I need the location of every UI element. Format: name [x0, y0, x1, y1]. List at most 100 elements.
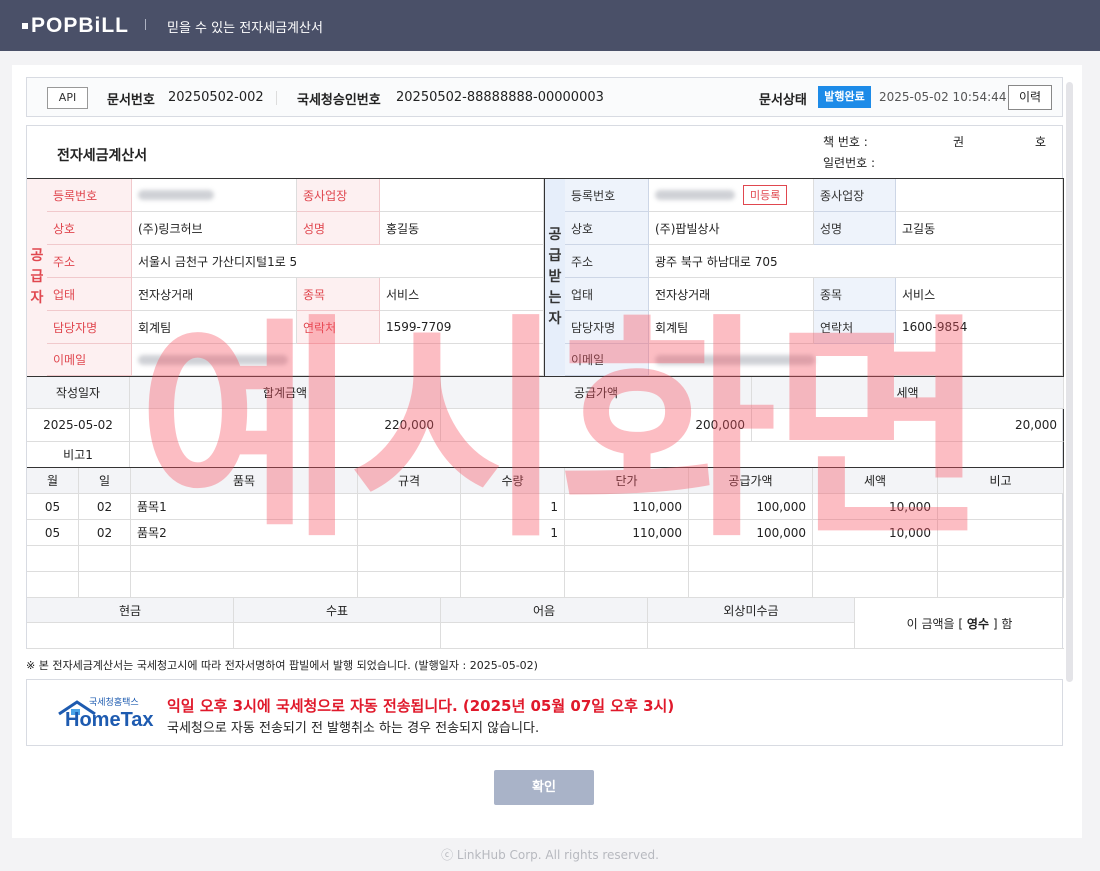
total-header: 합계금액 — [130, 377, 441, 409]
supplier-name-label: 상호 — [47, 212, 132, 245]
items-col-name: 품목 — [131, 468, 358, 494]
items-col-day: 일 — [79, 468, 131, 494]
book-unit-volume: 권 — [953, 135, 965, 149]
side-char: 자 — [548, 311, 562, 327]
items-col-supply: 공급가액 — [689, 468, 813, 494]
date-header: 작성일자 — [27, 377, 130, 409]
popbill-logo[interactable]: POPBiLL — [22, 14, 129, 38]
divider — [1063, 178, 1064, 377]
item-note — [938, 494, 1064, 520]
unregistered-badge: 미등록 — [743, 185, 788, 205]
redacted-value — [655, 354, 815, 365]
history-button[interactable]: 이력 — [1008, 85, 1052, 110]
remark-label: 비고1 — [27, 442, 130, 468]
item-day: 02 — [79, 494, 131, 520]
supplier-item-value: 서비스 — [380, 278, 544, 311]
footnote: ※ 본 전자세금계산서는 국세청고시에 따라 전자서명하여 팝빌에서 발행 되었… — [26, 659, 538, 672]
item-qty: 1 — [461, 520, 565, 546]
supplier-contact-value: 회계팀 — [132, 311, 297, 344]
status-label: 문서상태 — [759, 93, 807, 108]
supplier-tel-label: 연락처 — [297, 311, 380, 344]
buyer-tel-label: 연락처 — [814, 311, 896, 344]
tax-invoice: 전자세금계산서 책 번호 : 권 호 일련번호 : 공급자 등록번호 종사업장 … — [26, 125, 1064, 649]
supplier-addr-value: 서울시 금천구 가산디지털1로 5 — [132, 245, 544, 278]
item-spec — [358, 494, 461, 520]
top-bar: POPBiLL 믿을 수 있는 전자세금계산서 — [0, 0, 1100, 51]
status-badge: 발행완료 — [818, 86, 871, 108]
total-value: 220,000 — [130, 409, 441, 442]
hometax-notice: 국세청홈택스 HomeTax 익일 오후 3시에 국세청으로 자동 전송됩니다.… — [26, 679, 1063, 746]
supplier-biz-value: 전자상거래 — [132, 278, 297, 311]
items-col-note: 비고 — [938, 468, 1064, 494]
nts-no-label: 국세청승인번호 — [297, 93, 381, 108]
serial-no-label: 일련번호 : — [823, 156, 876, 170]
payment-note-value — [441, 623, 648, 649]
confirm-button[interactable]: 확인 — [494, 770, 594, 805]
supplier-tel-value: 1599-7709 — [380, 311, 544, 344]
item-price: 110,000 — [565, 494, 689, 520]
receipt-text: ] 함 — [992, 616, 1013, 631]
api-button[interactable]: API — [47, 87, 88, 109]
supplier-ceo-value: 홍길동 — [380, 212, 544, 245]
redacted-value — [138, 190, 214, 200]
supplier-biz-label: 업태 — [47, 278, 132, 311]
side-char: 급 — [548, 248, 562, 264]
date-value: 2025-05-02 — [27, 409, 130, 442]
item-month: 05 — [27, 494, 79, 520]
items-col-spec: 규격 — [358, 468, 461, 494]
side-char: 공 — [548, 227, 562, 243]
supplier-addr-label: 주소 — [47, 245, 132, 278]
doc-no-value: 20250502-002 — [168, 90, 264, 105]
buyer-item-value: 서비스 — [896, 278, 1063, 311]
item-tax: 10,000 — [813, 494, 938, 520]
buyer-name-value: (주)팝빌상사 — [649, 212, 814, 245]
doc-no-label: 문서번호 — [107, 93, 155, 108]
buyer-name-label: 상호 — [565, 212, 649, 245]
hometax-logo-top: 국세청홈택스 — [89, 698, 139, 708]
side-char: 는 — [548, 290, 562, 306]
buyer-item-label: 종목 — [814, 278, 896, 311]
buyer-addr-label: 주소 — [565, 245, 649, 278]
tax-header: 세액 — [752, 377, 1064, 409]
tax-value: 20,000 — [752, 409, 1064, 442]
buyer-contact-value: 회계팀 — [649, 311, 814, 344]
item-note — [938, 520, 1064, 546]
buyer-email-value — [649, 344, 1063, 376]
side-char: 자 — [30, 290, 44, 306]
item-month: 05 — [27, 520, 79, 546]
supplier-item-label: 종목 — [297, 278, 380, 311]
supplier-ceo-label: 성명 — [297, 212, 380, 245]
item-name: 품목1 — [131, 494, 358, 520]
hometax-logo: 국세청홈택스 HomeTax — [57, 692, 157, 736]
scrollbar[interactable] — [1066, 82, 1073, 682]
buyer-addr-value: 광주 북구 하남대로 705 — [649, 245, 1063, 278]
divider — [145, 19, 146, 30]
redacted-value — [655, 190, 735, 200]
receipt-text: 이 금액을 [ — [906, 616, 964, 631]
side-char: 급 — [30, 269, 44, 285]
supplier-reg-value — [132, 179, 297, 212]
slogan: 믿을 수 있는 전자세금계산서 — [167, 21, 323, 36]
buyer-reg-label: 등록번호 — [565, 179, 649, 212]
nts-no-value: 20250502-88888888-00000003 — [396, 90, 604, 105]
item-qty: 1 — [461, 494, 565, 520]
hometax-logo-text: HomeTax — [65, 709, 154, 731]
supplier-branch-value — [380, 179, 544, 212]
items-col-month: 월 — [27, 468, 79, 494]
supplier-contact-label: 담당자명 — [47, 311, 132, 344]
supply-value: 200,000 — [441, 409, 752, 442]
supplier-name-value: (주)링크허브 — [132, 212, 297, 245]
supplier-reg-label: 등록번호 — [47, 179, 132, 212]
item-supply: 100,000 — [689, 494, 813, 520]
buyer-ceo-value: 고길동 — [896, 212, 1063, 245]
payment-credit-value — [648, 623, 855, 649]
buyer-branch-value — [896, 179, 1063, 212]
item-supply: 100,000 — [689, 520, 813, 546]
invoice-title: 전자세금계산서 — [57, 148, 148, 164]
buyer-biz-label: 업태 — [565, 278, 649, 311]
buyer-reg-value: 미등록 — [649, 179, 814, 212]
supply-header: 공급가액 — [441, 377, 752, 409]
item-day: 02 — [79, 520, 131, 546]
supplier-branch-label: 종사업장 — [297, 179, 380, 212]
supplier-email-label: 이메일 — [47, 344, 132, 376]
